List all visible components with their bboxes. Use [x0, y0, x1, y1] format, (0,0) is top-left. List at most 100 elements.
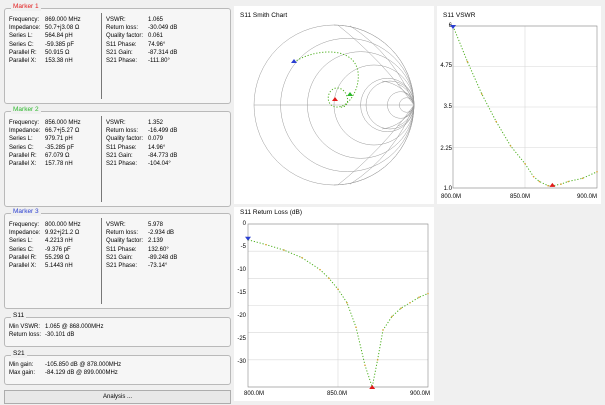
data-point — [355, 326, 357, 329]
value: 74.96° — [148, 41, 166, 48]
data-point — [283, 249, 285, 251]
data-point — [409, 301, 411, 304]
label: Series L: — [9, 136, 33, 143]
label: Series C: — [9, 144, 34, 151]
label: VSWR: — [106, 120, 126, 126]
label: Impedance: — [9, 25, 41, 32]
marker-1-panel: Marker 1 Frequency: 869.000 MHz Impedance… — [4, 3, 231, 104]
value: -105.850 dB @ 878.000MHz — [45, 362, 122, 368]
label: Frequency: — [9, 17, 40, 23]
value: 9.92+j21.2 Ω — [45, 230, 80, 237]
value: 0.061 — [148, 33, 164, 40]
divider — [101, 218, 102, 304]
label: Quality factor: — [106, 238, 144, 245]
label: S21 Gain: — [106, 152, 133, 159]
value: 979.71 pH — [45, 136, 73, 143]
value: -84.129 dB @ 899.000MHz — [45, 370, 118, 377]
marker-2-left-col: Frequency: 856.000 MHz Impedance: 66.7+j5.… — [9, 119, 81, 168]
s21-summary-title: S21 — [11, 350, 27, 358]
value: -30.049 dB — [148, 25, 178, 32]
value: 5.1443 nH — [45, 262, 73, 269]
smith-marker-1-icon — [332, 97, 338, 101]
label: S21 Phase: — [106, 57, 138, 64]
label: Series L: — [9, 238, 33, 245]
label: S11 Phase: — [106, 41, 137, 48]
data-point — [376, 359, 379, 361]
marker-2-panel: Marker 2 Frequency: 856.000 MHz Impedance… — [4, 106, 231, 207]
marker-1-icon — [549, 182, 556, 187]
label: Min gain: — [9, 362, 34, 368]
value: 0.079 — [148, 136, 164, 143]
marker-3-title: Marker 3 — [11, 208, 41, 216]
label: Series C: — [9, 41, 34, 48]
value: 1.352 — [148, 120, 164, 126]
label: Return loss: — [106, 128, 139, 135]
label: Parallel R: — [9, 152, 37, 159]
marker-3-icon — [245, 236, 251, 241]
data-point — [567, 180, 569, 183]
value: 869.000 MHz — [45, 17, 81, 23]
marker-2-title: Marker 2 — [11, 106, 41, 114]
marker-3-panel: Marker 3 Frequency: 800.000 MHz Impedance… — [4, 208, 231, 309]
value: -59.385 pF — [45, 41, 75, 48]
label: Return loss: — [9, 332, 42, 339]
smith-marker-2-icon — [347, 92, 353, 96]
data-point — [364, 364, 366, 367]
value: 67.079 Ω — [45, 152, 70, 159]
value: -84.773 dB — [148, 152, 178, 159]
label: S21 Gain: — [106, 49, 133, 56]
analysis-button[interactable]: Analysis ... — [4, 390, 231, 404]
value: 55.298 Ω — [45, 254, 70, 261]
data-point — [532, 175, 535, 178]
label: Min VSWR: — [9, 324, 41, 330]
marker-1-left-col: Frequency: 869.000 MHz Impedance: 50.7+j3.… — [9, 16, 81, 65]
value: 132.60° — [148, 246, 169, 253]
marker-1-title: Marker 1 — [11, 3, 41, 11]
data-point — [581, 177, 584, 180]
marker-3-left-col: Frequency: 800.000 MHz Impedance: 9.92+j21… — [9, 221, 81, 270]
value: 157.78 nH — [45, 160, 73, 167]
data-point — [328, 277, 330, 280]
value: 66.7+j5.27 Ω — [45, 128, 80, 135]
label: Parallel X: — [9, 57, 37, 64]
value: 2.139 — [148, 238, 164, 245]
data-point — [495, 120, 497, 123]
data-point — [391, 315, 393, 318]
value: 1.065 @ 868.000MHz — [45, 324, 104, 330]
label: VSWR: — [106, 222, 126, 228]
value: 564.84 pH — [45, 33, 73, 40]
smith-marker-3-icon — [291, 59, 297, 63]
smith-chart-pane: S11 Smith Chart — [234, 6, 434, 204]
label: Frequency: — [9, 222, 40, 228]
label: Quality factor: — [106, 136, 144, 143]
label: Return loss: — [106, 25, 139, 32]
value: -73.14° — [148, 262, 168, 269]
data-point — [466, 60, 469, 63]
return-loss-chart-pane: S11 Return Loss (dB) 0 -5 -10 -15 -20 -2… — [234, 207, 434, 401]
divider — [101, 116, 102, 202]
vswr-chart-pane: S11 VSWR 6 4.75 3.5 2.25 1.0 800.0M 850.… — [437, 6, 601, 204]
value: 856.000 MHz — [45, 120, 81, 126]
vswr-chart — [450, 25, 598, 189]
data-point — [560, 183, 562, 185]
label: Frequency: — [9, 120, 40, 126]
s21-summary-panel: S21 Min gain: -105.850 dB @ 878.000MHz Ma… — [4, 350, 231, 385]
data-point — [418, 296, 420, 299]
label: Parallel R: — [9, 254, 37, 261]
label: VSWR: — [106, 17, 126, 23]
value: -9.376 pF — [45, 246, 71, 253]
data-point — [481, 93, 483, 95]
value: 800.000 MHz — [45, 222, 81, 228]
value: -35.285 pF — [45, 144, 75, 151]
data-point — [346, 301, 348, 304]
label: S21 Phase: — [106, 262, 138, 269]
value: 50.7+j3.08 Ω — [45, 25, 80, 32]
value: 5.978 — [148, 222, 164, 228]
data-point — [427, 292, 429, 295]
value: 14.96° — [148, 144, 166, 151]
marker-3-icon — [450, 25, 456, 29]
label: Max gain: — [9, 370, 36, 377]
data-point — [301, 256, 303, 259]
divider — [101, 13, 102, 99]
data-point — [524, 162, 526, 165]
